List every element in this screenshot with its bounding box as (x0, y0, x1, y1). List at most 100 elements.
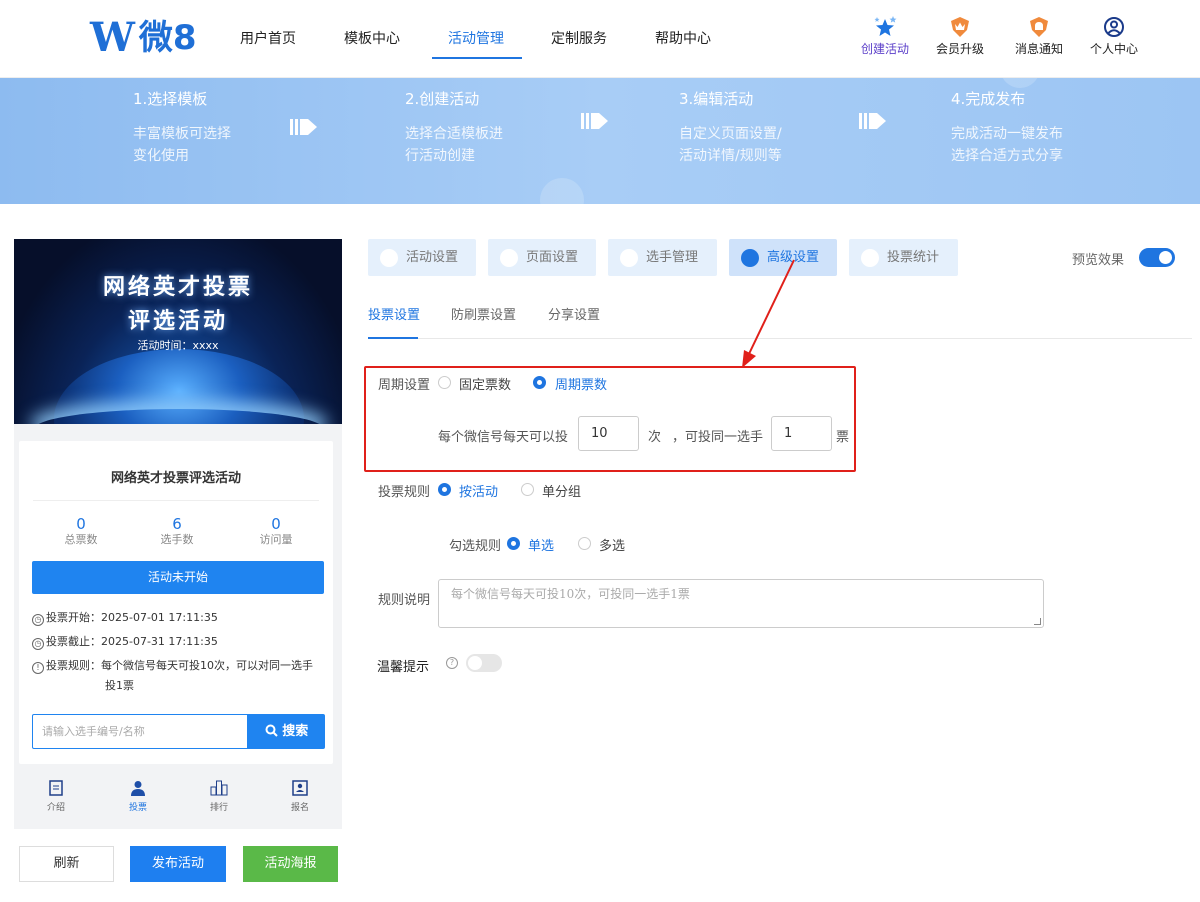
tab-label: 选手管理 (646, 250, 699, 265)
stat-label: 访问量 (259, 533, 293, 546)
same-player-unit: 票 (836, 430, 850, 445)
activity-poster-button[interactable]: 活动海报 (243, 846, 338, 882)
radio-single-group[interactable] (521, 483, 534, 496)
subtab-share-settings[interactable]: 分享设置 (548, 304, 600, 323)
tab-page-settings[interactable]: 页面设置 (488, 239, 596, 276)
member-upgrade-button[interactable]: 会员升级 (928, 16, 992, 57)
logo-text: 微8 (138, 18, 197, 58)
step-title: 2.创建活动 (405, 90, 480, 108)
tab-activity-settings[interactable]: 活动设置 (368, 239, 476, 276)
divider (33, 500, 319, 501)
option-by-activity[interactable]: 按活动 (459, 481, 498, 500)
hero-title-line1: 网络英才投票 (102, 275, 253, 300)
subtab-anti-fraud[interactable]: 防刷票设置 (451, 304, 516, 323)
tabbar-item-intro[interactable]: 介绍 (26, 779, 86, 813)
radio-periodic-votes[interactable] (533, 376, 546, 389)
phone-tabbar: 介绍 投票 排行 报名 (14, 777, 342, 821)
tabbar-label: 报名 (290, 803, 309, 813)
notifications-button[interactable]: 消息通知 (1007, 16, 1071, 57)
tabbar-label: 投票 (128, 803, 147, 813)
votes-per-day-input[interactable]: 10 (578, 416, 639, 451)
step-title: 1.选择模板 (133, 90, 208, 108)
nav-item-activity-management[interactable]: 活动管理 (448, 28, 504, 48)
tab-label: 页面设置 (526, 250, 579, 265)
player-search-input[interactable]: 请输入选手编号/名称 (32, 714, 248, 749)
tabbar-item-register[interactable]: 报名 (270, 779, 330, 813)
radio-fixed-votes[interactable] (438, 376, 451, 389)
subtab-vote-settings[interactable]: 投票设置 (368, 304, 420, 323)
option-multi-select[interactable]: 多选 (599, 535, 625, 554)
activity-card: 网络英才投票评选活动 0 总票数 6 选手数 0 访问量 活动未开始 ◷ 投票开始… (19, 441, 333, 764)
option-single-group[interactable]: 单分组 (542, 481, 581, 500)
tab-vote-statistics[interactable]: 投票统计 (849, 239, 958, 276)
hero-banner: 网络英才投票 评选活动 活动时间：xxxx (14, 239, 342, 424)
logo[interactable]: W 微8 (90, 16, 197, 60)
annotation-arrow-icon (742, 259, 795, 368)
clock-icon: ◷ (32, 638, 44, 650)
search-button-label: 搜索 (282, 724, 309, 739)
activity-title: 网络英才投票评选活动 (110, 471, 241, 486)
rule-description-label: 规则说明 (378, 593, 431, 608)
stat-label: 选手数 (160, 533, 194, 546)
preview-effect-toggle[interactable] (1139, 248, 1175, 267)
help-icon[interactable]: ? (446, 657, 458, 669)
votes-same-player-input[interactable]: 1 (771, 416, 832, 451)
notifications-label: 消息通知 (1014, 42, 1063, 56)
step-2: 2.创建活动 选择合适模板进 行活动创建 (405, 88, 503, 167)
radio-by-activity[interactable] (438, 483, 451, 496)
step-1: 1.选择模板 丰富模板可选择 变化使用 (133, 88, 231, 167)
stat-visits: 0 访问量 (226, 515, 326, 547)
option-fixed-votes[interactable]: 固定票数 (459, 374, 511, 393)
option-single-select[interactable]: 单选 (528, 535, 554, 554)
radio-single-select[interactable] (507, 537, 520, 550)
stat-total-votes: 0 总票数 (31, 515, 131, 547)
nav-item-help[interactable]: 帮助中心 (655, 28, 711, 48)
vote-start-info: ◷ 投票开始：2025-07-01 17:11:35 (32, 610, 218, 626)
refresh-button[interactable]: 刷新 (19, 846, 114, 882)
step-desc: 选择合适方式分享 (951, 148, 1063, 164)
nav-item-templates[interactable]: 模板中心 (344, 28, 400, 48)
tabbar-item-ranking[interactable]: 排行 (189, 779, 249, 813)
tab-label: 投票统计 (887, 250, 940, 265)
step-arrow-icon (581, 113, 608, 129)
tabbar-label: 介绍 (46, 803, 65, 813)
activity-status-button[interactable]: 活动未开始 (32, 561, 324, 594)
stat-value: 0 (271, 515, 281, 533)
person-icon (620, 249, 638, 267)
publish-activity-button[interactable]: 发布活动 (130, 846, 226, 882)
stat-players: 6 选手数 (127, 515, 227, 547)
step-4: 4.完成发布 完成活动一键发布 选择合适方式分享 (951, 88, 1063, 167)
profile-button[interactable]: 个人中心 (1082, 16, 1146, 57)
vote-end-text: 投票截止：2025-07-31 17:11:35 (46, 635, 218, 648)
radio-multi-select[interactable] (578, 537, 591, 550)
search-icon (265, 724, 278, 737)
tabbar-item-vote[interactable]: 投票 (108, 779, 168, 813)
subtab-active-underline (368, 337, 418, 339)
banner-decor (1000, 78, 1040, 88)
stat-label: 总票数 (64, 533, 98, 546)
preview-effect-label: 预览效果 (1072, 253, 1125, 268)
tab-player-management[interactable]: 选手管理 (608, 239, 717, 276)
option-periodic-votes[interactable]: 周期票数 (555, 374, 607, 393)
step-desc: 变化使用 (133, 148, 189, 164)
search-button[interactable]: 搜索 (248, 714, 325, 749)
step-desc: 完成活动一键发布 (951, 126, 1063, 142)
step-arrow-icon (290, 119, 317, 135)
profile-label: 个人中心 (1089, 42, 1138, 56)
vote-rule-info: ! 投票规则：每个微信号每天可投10次，可以对同一选手 (32, 658, 313, 674)
signup-icon (292, 780, 308, 796)
document-icon (49, 780, 63, 796)
tab-label: 活动设置 (406, 250, 459, 265)
nav-item-home[interactable]: 用户首页 (240, 28, 296, 48)
vote-start-text: 投票开始：2025-07-01 17:11:35 (46, 611, 218, 624)
rule-description-textarea[interactable]: 每个微信号每天可投10次，可投同一选手1票 (438, 579, 1044, 628)
page-icon (500, 249, 518, 267)
step-desc: 丰富模板可选择 (133, 126, 231, 142)
stat-value: 0 (76, 515, 86, 533)
warm-tip-toggle[interactable] (466, 654, 502, 672)
user-circle-icon (1104, 17, 1124, 37)
create-activity-button[interactable]: 创建活动 (853, 16, 917, 57)
nav-item-custom-service[interactable]: 定制服务 (551, 28, 607, 48)
step-title: 4.完成发布 (951, 90, 1026, 108)
same-player-label: ，可投同一选手 (672, 430, 764, 445)
